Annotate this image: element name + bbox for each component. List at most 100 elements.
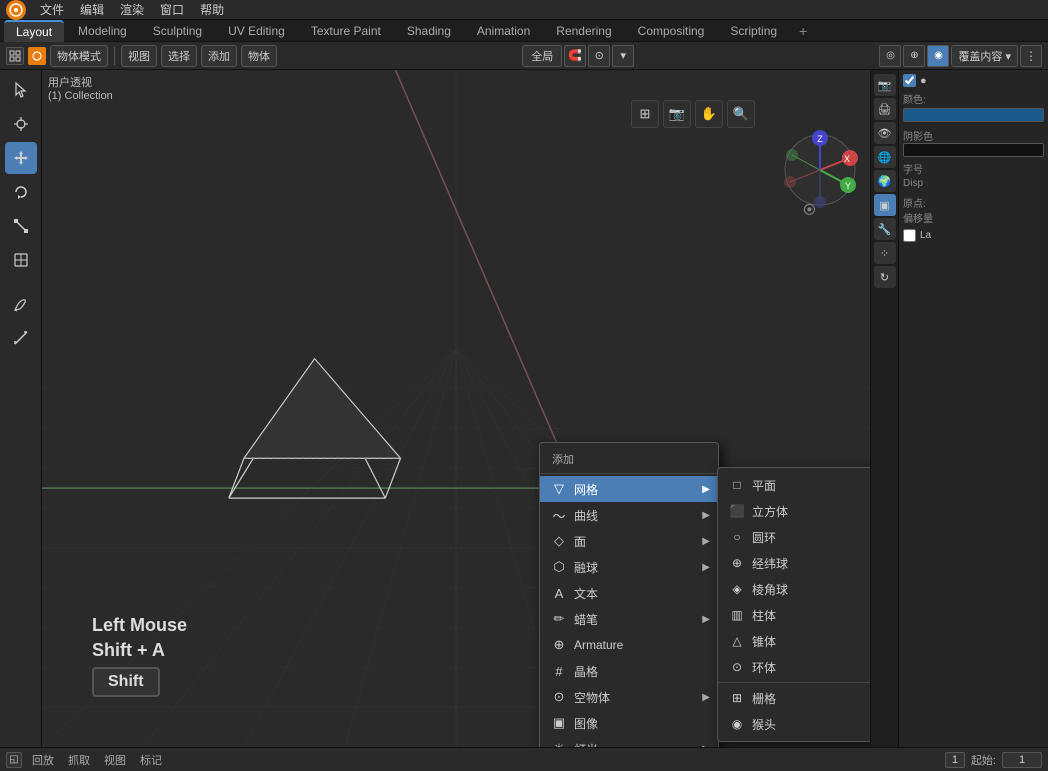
offset-label: 偏移量 [903,210,1044,225]
props-icon-view[interactable]: 👁 [874,122,896,144]
props-icon-physics[interactable]: ↻ [874,266,896,288]
start-frame-input[interactable]: 1 [1002,752,1042,768]
menu-item-armature[interactable]: ⊕ Armature [540,632,718,658]
menu-item-surface[interactable]: ◇ 面 ▶ [540,528,718,554]
viewport-shading[interactable]: ◉ [927,45,949,67]
tool-annotate[interactable] [5,288,37,320]
menu-item-image[interactable]: ▣ 图像 [540,710,718,736]
menu-item-lattice[interactable]: # 晶格 [540,658,718,684]
tab-animation[interactable]: Animation [465,21,542,41]
submenu-monkey[interactable]: ◉ 猴头 [718,711,870,737]
gizmo-toggle[interactable]: ⊕ [903,45,925,67]
submenu-circle[interactable]: ○ 圆环 [718,524,870,550]
tool-select[interactable] [5,74,37,106]
props-icon-scene[interactable]: 🌐 [874,146,896,168]
markers-btn[interactable]: 标记 [136,751,166,769]
global-selector[interactable]: 全局 [522,45,562,67]
tool-transform[interactable] [5,244,37,276]
props-icon-render[interactable]: 📷 [874,74,896,96]
props-icon-object[interactable]: ▣ [874,194,896,216]
menu-item-gpencil[interactable]: ✏ 蜡笔 ▶ [540,606,718,632]
tool-scale[interactable] [5,210,37,242]
overlay-label[interactable]: 覆盖内容 ▾ [951,45,1018,67]
camera-view-icon[interactable]: 📷 [663,100,691,128]
tab-shading[interactable]: Shading [395,21,463,41]
shadow-swatch[interactable] [903,143,1044,157]
add-menu-popup: 添加 ▽ 网格 ▶ 〜 曲线 ▶ ◇ 面 ▶ ⬡ 融球 ▶ A [539,442,719,747]
viewport-option[interactable]: ⋮ [1020,45,1042,67]
tab-layout[interactable]: Layout [4,20,64,42]
bottom-bar: ◱ 回放 抓取 视图 标记 1 起始: 1 [0,747,1048,771]
proportional-edit[interactable]: ⊙ [588,45,610,67]
submenu-cube[interactable]: ⬛ 立方体 [718,498,870,524]
add-menu-btn[interactable]: 添加 [201,45,237,67]
snap-options[interactable]: ▾ [612,45,634,67]
layer-check[interactable] [903,229,916,242]
view-menu[interactable]: 视图 [121,45,157,67]
menu-render[interactable]: 渲染 [112,0,152,20]
submenu-torus[interactable]: ⊙ 环体 [718,654,870,680]
viewport-icon[interactable] [6,47,24,65]
tab-modeling[interactable]: Modeling [66,21,139,41]
menu-item-mesh[interactable]: ▽ 网格 ▶ [540,476,718,502]
playback-btn[interactable]: 回放 [28,751,58,769]
menu-help[interactable]: 帮助 [192,0,232,20]
grid-icon: ⊞ [728,689,746,707]
tab-rendering[interactable]: Rendering [544,21,623,41]
light-label: 灯光 [574,741,598,748]
props-icon-output[interactable]: 🖨 [874,98,896,120]
navigation-gizmo[interactable]: X Y Z [780,130,860,210]
blender-logo[interactable] [6,0,26,20]
tool-measure[interactable] [5,322,37,354]
menu-item-curve[interactable]: 〜 曲线 ▶ [540,502,718,528]
submenu-uvsphere[interactable]: ⊕ 经纬球 [718,550,870,576]
submenu-icosphere[interactable]: ◈ 棱角球 [718,576,870,602]
bottom-icon[interactable]: ◱ [6,752,22,768]
capture-btn[interactable]: 抓取 [64,751,94,769]
tab-texture-paint[interactable]: Texture Paint [299,21,393,41]
menu-item-light[interactable]: ☀ 灯光 ▶ [540,736,718,747]
submenu-plane[interactable]: □ 平面 [718,472,870,498]
frame-number[interactable]: 1 [945,752,965,768]
metaball-icon: ⬡ [550,558,568,576]
gpencil-arrow: ▶ [702,614,710,625]
tool-move[interactable] [5,142,37,174]
overlay-toggle[interactable]: ◎ [879,45,901,67]
props-icon-modifier[interactable]: 🔧 [874,218,896,240]
color-swatch-1[interactable] [903,108,1044,122]
menu-file[interactable]: 文件 [32,0,72,20]
hand-icon[interactable]: ✋ [695,100,723,128]
uvsphere-label: 经纬球 [752,555,788,572]
top-menu-bar: 文件 编辑 渲染 窗口 帮助 [0,0,1048,20]
grid-view-icon[interactable]: ⊞ [631,100,659,128]
right-toolbar-icons: ◎ ⊕ ◉ 覆盖内容 ▾ ⋮ [879,45,1042,67]
viewport-top-icons: ⊞ 📷 ✋ 🔍 [631,100,755,128]
snap-magnet[interactable]: 🧲 [564,45,586,67]
menu-item-text[interactable]: A 文本 [540,580,718,606]
submenu-cone[interactable]: △ 锥体 [718,628,870,654]
submenu-cylinder[interactable]: ▥ 柱体 [718,602,870,628]
cone-label: 锥体 [752,633,776,650]
tab-scripting[interactable]: Scripting [718,21,789,41]
tab-sculpting[interactable]: Sculpting [141,21,214,41]
menu-window[interactable]: 窗口 [152,0,192,20]
menu-item-empty[interactable]: ⊙ 空物体 ▶ [540,684,718,710]
submenu-grid[interactable]: ⊞ 栅格 [718,685,870,711]
props-visibility-check[interactable] [903,74,916,87]
props-icon-particles[interactable]: ⁘ [874,242,896,264]
search-icon[interactable]: 🔍 [727,100,755,128]
mode-selector[interactable]: 物体模式 [50,45,108,67]
select-menu[interactable]: 选择 [161,45,197,67]
tool-rotate[interactable] [5,176,37,208]
object-menu[interactable]: 物体 [241,45,277,67]
viewport[interactable]: 用户透视 (1) Collection ⊞ 📷 ✋ 🔍 X Y [42,70,870,747]
origin-section: 原点: 偏移量 La [903,195,1044,242]
add-workspace-button[interactable]: + [791,20,815,42]
tab-uv-editing[interactable]: UV Editing [216,21,297,41]
tab-compositing[interactable]: Compositing [626,21,717,41]
tool-cursor[interactable] [5,108,37,140]
menu-item-metaball[interactable]: ⬡ 融球 ▶ [540,554,718,580]
menu-edit[interactable]: 编辑 [72,0,112,20]
props-icon-world[interactable]: 🌍 [874,170,896,192]
view-btn[interactable]: 视图 [100,751,130,769]
